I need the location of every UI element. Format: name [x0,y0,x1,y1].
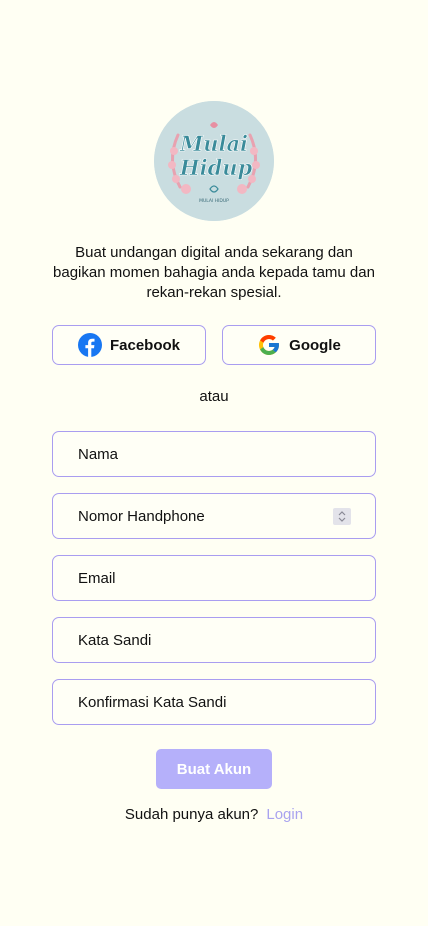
phone-field[interactable] [52,493,376,539]
login-prompt-text: Sudah punya akun? [124,806,259,823]
email-input[interactable] [78,556,318,600]
divider-text: atau [199,388,229,405]
name-field[interactable] [52,431,376,477]
confirm-password-field[interactable] [52,679,376,725]
facebook-login-button[interactable]: Facebook [52,325,206,365]
login-prompt-row: Sudah punya akun? Login [0,806,428,823]
facebook-icon [77,333,102,357]
google-label: Google [289,336,341,354]
name-input[interactable] [78,432,318,476]
logo-text-hidup: Hidup [179,155,253,180]
logo: Mulai Hidup MULAI HIDUP [154,101,274,221]
number-stepper[interactable] [333,508,351,525]
create-account-button[interactable]: Buat Akun [156,749,272,789]
login-link[interactable]: Login [266,806,303,823]
password-input[interactable] [78,618,318,662]
email-field[interactable] [52,555,376,601]
logo-text-mulai: Mulai [179,131,248,156]
intro-text: Buat undangan digital anda sekarang dan … [53,244,375,301]
google-login-button[interactable]: Google [222,325,376,365]
facebook-label: Facebook [109,336,181,354]
confirm-password-input[interactable] [78,680,318,724]
logo-subtext: MULAI HIDUP [199,198,229,204]
google-icon [257,333,281,357]
password-field[interactable] [52,617,376,663]
phone-input[interactable] [78,494,318,538]
